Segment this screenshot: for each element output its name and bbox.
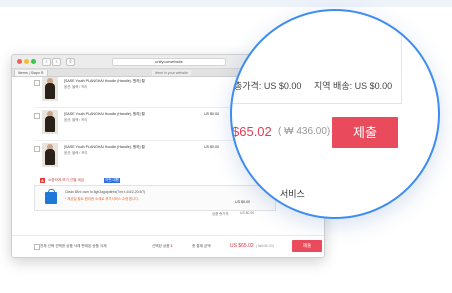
cart-item: [SASE Youth PLANGHAI Hoodie (Handle), 원하… [34, 110, 234, 138]
divider [34, 140, 234, 141]
share-icon[interactable]: ⇧ [66, 58, 75, 66]
section-title: 소중하게 보기 선별 세금 [48, 178, 85, 182]
browser-tab-active[interactable]: Ittems | Siapo R [14, 70, 48, 76]
divider [34, 107, 234, 108]
shopping-bag-icon [45, 189, 57, 204]
product-image[interactable] [42, 143, 58, 167]
total-price: US $65.02 [230, 243, 254, 249]
service-description: Clean 88rt: osm fo 8gh3agdpdtrek(7/m:t-4… [65, 190, 146, 194]
item-price: US $0.00 [204, 145, 219, 149]
divider [232, 103, 402, 104]
summary-value: US $0.00 [240, 211, 255, 215]
cart-item: [SASE Youth PLANGHAI Hoodie (Handle), 원하… [34, 77, 234, 105]
selected-count: 선택된 상품 2 [152, 244, 173, 249]
maximize-window-icon[interactable] [31, 59, 36, 64]
top-strip [0, 0, 452, 7]
zoom-submit-button[interactable]: 제출 [332, 117, 398, 148]
item-option: 옵션: 블랙 / 프리 [64, 85, 88, 89]
url-bar[interactable]: unifyourwebsite [112, 58, 226, 66]
zoom-total-price: $65.02 [232, 124, 272, 139]
zoom-service-label: 서비스 [280, 189, 305, 199]
service-note: * 제공일 필요 원리한 소재로 부가서비스 수령 합니다. [65, 197, 140, 201]
service-box: Clean 88rt: osm fo 8gh3agdpdtrek(7/m:t-4… [34, 185, 276, 211]
zoom-shipping: 지역 배송: US $0.00 [314, 81, 393, 91]
total-label: 총 결제 금액: [192, 244, 212, 248]
total-krw: ( ₩436.00) [256, 244, 274, 248]
zoom-total-krw: ( ₩ 436.00) [278, 126, 331, 137]
back-arrow-icon[interactable]: ‹ [42, 58, 51, 66]
section-badge[interactable]: 어떤 대행 [104, 178, 120, 183]
selected-count-value: 2 [170, 244, 173, 248]
service-price: US $0.00 [235, 200, 250, 204]
section-tag: A [40, 178, 45, 183]
item-checkbox[interactable] [34, 80, 40, 86]
selected-count-label: 선택된 상품 [152, 244, 170, 248]
forward-arrow-icon[interactable]: › [52, 58, 61, 66]
minimize-window-icon[interactable] [24, 59, 29, 64]
cart-item: [SASE Youth PLANGHAI Hoodie (Handle), 원하… [34, 143, 234, 171]
cart-footer: 전체 선택 선택한 상품 삭제 판매된 상품 삭제 선택된 상품 2 총 결제 … [12, 235, 324, 257]
item-checkbox[interactable] [34, 146, 40, 152]
item-checkbox[interactable] [34, 113, 40, 119]
browser-tab[interactable]: Ittem in your website [152, 70, 191, 76]
footer-actions[interactable]: 전체 선택 선택한 상품 삭제 판매된 상품 삭제 [40, 244, 107, 249]
magnifier-zoom: 총가격: US $0.00 지역 배송: US $0.00 $65.02 ( ₩… [230, 9, 440, 219]
product-image[interactable] [42, 110, 58, 134]
product-image[interactable] [42, 77, 58, 101]
close-window-icon[interactable] [17, 59, 22, 64]
submit-button[interactable]: 제출 [292, 240, 322, 252]
item-option: 옵션: 블랙 / 프리 [64, 118, 88, 122]
divider [401, 11, 402, 104]
summary-label: 상품 총가격 [212, 212, 229, 216]
zoom-product-total: 총가격: US $0.00 [234, 81, 302, 91]
item-option: 옵션: 블랙 / 프리 [64, 151, 88, 155]
item-price: US $0.00 [204, 112, 219, 116]
